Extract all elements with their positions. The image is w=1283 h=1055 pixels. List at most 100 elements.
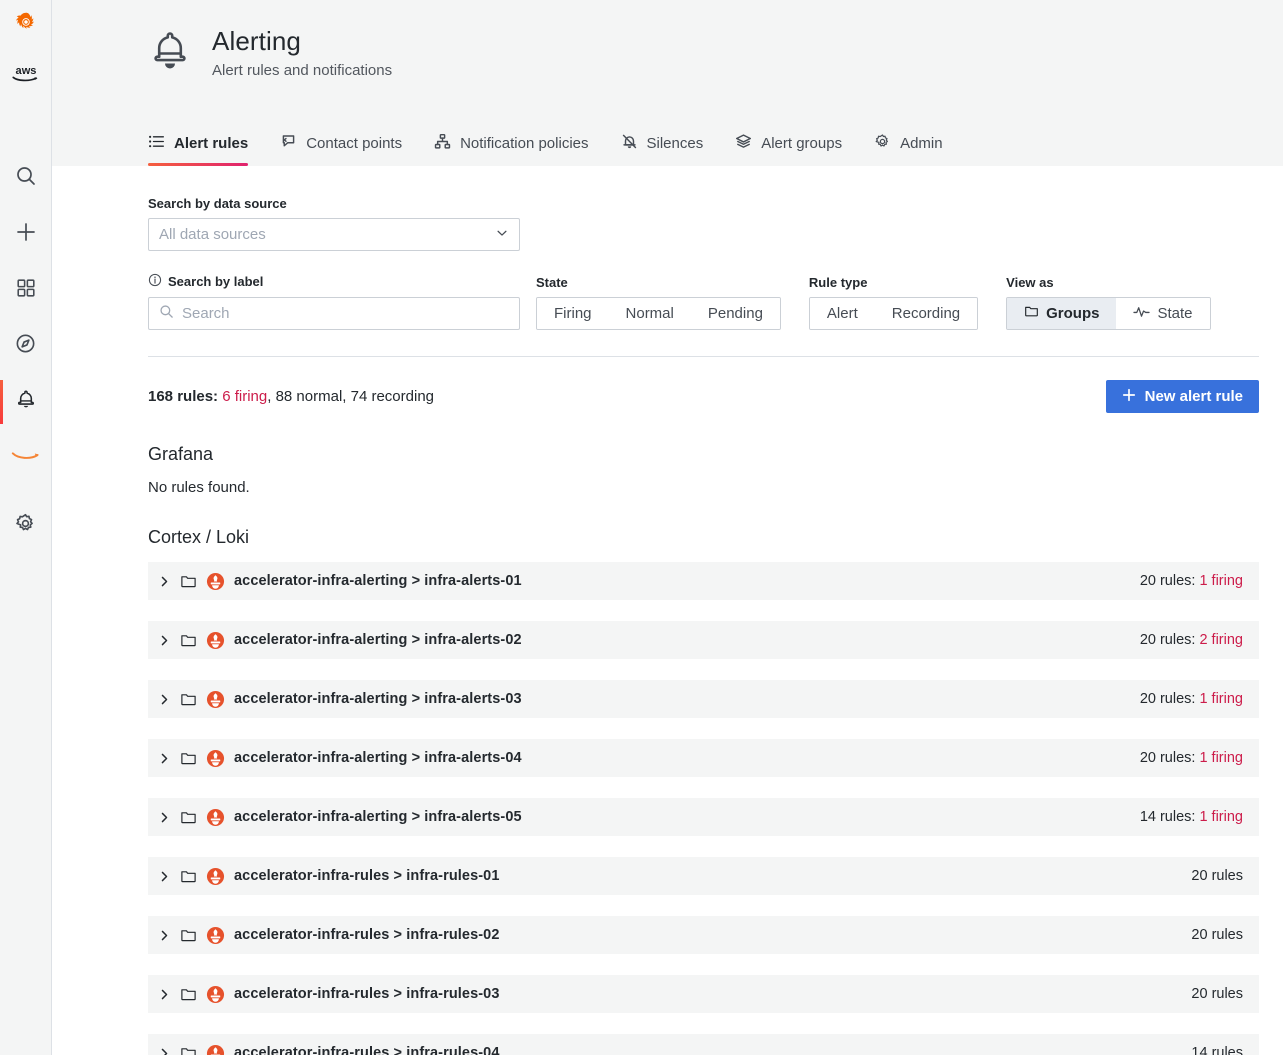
section-title-grafana: Grafana	[148, 444, 1259, 465]
prometheus-icon	[206, 867, 234, 886]
rule-group-row[interactable]: accelerator-infra-alerting > infra-alert…	[148, 562, 1259, 600]
chevron-right-icon[interactable]	[158, 1047, 180, 1055]
tab-label: Notification policies	[460, 135, 588, 152]
rule-group-row[interactable]: accelerator-infra-alerting > infra-alert…	[148, 621, 1259, 659]
rule-group-row-left: accelerator-infra-rules > infra-rules-03	[158, 985, 500, 1004]
label-search-filter: Search by label	[148, 273, 520, 330]
rule-group-name: accelerator-infra-alerting > infra-alert…	[234, 632, 522, 648]
rule-group-row[interactable]: accelerator-infra-alerting > infra-alert…	[148, 798, 1259, 836]
rule-group-row-left: accelerator-infra-alerting > infra-alert…	[158, 690, 522, 709]
rule-group-row-left: accelerator-infra-alerting > infra-alert…	[158, 749, 522, 768]
compass-icon	[14, 332, 37, 360]
rule-group-firing-count: 1 firing	[1199, 809, 1243, 825]
tab-alert-groups[interactable]: Alert groups	[719, 133, 858, 166]
rule-group-count-total: 20 rules	[1191, 927, 1243, 943]
rule-type-option-alert[interactable]: Alert	[810, 298, 875, 329]
folder-icon	[180, 691, 206, 708]
rule-group-firing-count: 1 firing	[1199, 573, 1243, 589]
chevron-right-icon[interactable]	[158, 929, 180, 942]
filters-secondary-row: Search by label State Firing	[148, 273, 1259, 330]
sidebar-item-amazon[interactable]	[0, 430, 52, 486]
grafana-empty-message: No rules found.	[148, 479, 1259, 496]
rule-group-row[interactable]: accelerator-infra-rules > infra-rules-01…	[148, 857, 1259, 895]
page-header: Alerting Alert rules and notifications A…	[52, 0, 1283, 166]
rule-group-row[interactable]: accelerator-infra-rules > infra-rules-04…	[148, 1034, 1259, 1055]
datasource-select[interactable]: All data sources	[148, 218, 520, 251]
chevron-right-icon[interactable]	[158, 988, 180, 1001]
view-as-filter-label: View as	[1006, 275, 1210, 290]
rules-summary-row: 168 rules: 6 firing, 88 normal, 74 recor…	[148, 380, 1259, 413]
rule-group-name: accelerator-infra-rules > infra-rules-02	[234, 927, 500, 943]
tab-label: Admin	[900, 135, 943, 152]
datasource-filter: Search by data source All data sources	[148, 196, 1259, 251]
rule-type-option-recording[interactable]: Recording	[875, 298, 977, 329]
view-as-option-groups[interactable]: Groups	[1007, 298, 1116, 329]
folder-icon	[180, 1045, 206, 1055]
tab-alert-rules[interactable]: Alert rules	[148, 133, 264, 166]
prometheus-icon	[206, 808, 234, 827]
chevron-right-icon[interactable]	[158, 752, 180, 765]
rule-group-row[interactable]: accelerator-infra-rules > infra-rules-03…	[148, 975, 1259, 1013]
sidebar-item-alerting[interactable]	[0, 374, 52, 430]
section-title-cortex-loki: Cortex / Loki	[148, 527, 1259, 548]
chevron-right-icon[interactable]	[158, 693, 180, 706]
new-alert-rule-button[interactable]: New alert rule	[1106, 380, 1259, 413]
rule-group-row[interactable]: accelerator-infra-rules > infra-rules-02…	[148, 916, 1259, 954]
gear-icon	[874, 133, 891, 154]
rule-group-count: 20 rules: 1 firing	[1140, 750, 1243, 766]
gear-icon	[14, 512, 37, 540]
rule-group-row-left: accelerator-infra-alerting > infra-alert…	[158, 572, 522, 591]
search-input[interactable]	[182, 305, 509, 322]
view-as-state-label: State	[1157, 305, 1192, 322]
chevron-down-icon	[495, 226, 509, 244]
sidebar-item-search[interactable]	[0, 150, 52, 206]
rule-group-count: 20 rules: 1 firing	[1140, 573, 1243, 589]
state-option-normal[interactable]: Normal	[609, 298, 691, 329]
label-search-box[interactable]	[148, 297, 520, 330]
rule-group-name: accelerator-infra-rules > infra-rules-01	[234, 868, 500, 884]
tab-notification-policies[interactable]: Notification policies	[418, 133, 604, 166]
chevron-right-icon[interactable]	[158, 811, 180, 824]
datasource-select-value: All data sources	[159, 226, 266, 243]
tab-contact-points[interactable]: Contact points	[264, 133, 418, 166]
rule-group-count: 20 rules	[1191, 868, 1243, 884]
rule-group-row-left: accelerator-infra-alerting > infra-alert…	[158, 808, 522, 827]
state-option-pending[interactable]: Pending	[691, 298, 780, 329]
rule-group-name: accelerator-infra-alerting > infra-alert…	[234, 691, 522, 707]
rule-group-name: accelerator-infra-rules > infra-rules-03	[234, 986, 500, 1002]
sidebar-item-configuration[interactable]	[0, 498, 52, 554]
folder-icon	[180, 986, 206, 1003]
rule-group-count: 14 rules	[1191, 1045, 1243, 1055]
chevron-right-icon[interactable]	[158, 870, 180, 883]
folder-icon	[180, 927, 206, 944]
sidebar-item-explore[interactable]	[0, 318, 52, 374]
chevron-right-icon[interactable]	[158, 634, 180, 647]
main-region: Alerting Alert rules and notifications A…	[52, 0, 1283, 1055]
alerting-header-bell-icon	[148, 30, 192, 81]
rule-group-name: accelerator-infra-alerting > infra-alert…	[234, 809, 522, 825]
rule-group-name: accelerator-infra-alerting > infra-alert…	[234, 573, 522, 589]
rule-group-row[interactable]: accelerator-infra-alerting > infra-alert…	[148, 739, 1259, 777]
info-circle-icon[interactable]	[148, 273, 162, 290]
app-root: aws	[0, 0, 1283, 1055]
folder-icon	[180, 573, 206, 590]
tab-silences[interactable]: Silences	[605, 133, 720, 166]
filters-divider	[148, 356, 1259, 357]
sidebar-item-create[interactable]	[0, 206, 52, 262]
view-as-option-state[interactable]: State	[1116, 298, 1209, 329]
label-search-label: Search by label	[148, 273, 520, 290]
tab-label: Alert groups	[761, 135, 842, 152]
svg-text:aws: aws	[15, 65, 36, 77]
aws-logo[interactable]: aws	[0, 50, 52, 98]
chevron-right-icon[interactable]	[158, 575, 180, 588]
sidebar-item-dashboards[interactable]	[0, 262, 52, 318]
grafana-logo[interactable]	[0, 0, 52, 50]
rule-group-row[interactable]: accelerator-infra-alerting > infra-alert…	[148, 680, 1259, 718]
rule-group-count-total: 20 rules:	[1140, 691, 1200, 707]
sidebar: aws	[0, 0, 52, 1055]
bell-slash-icon	[621, 133, 638, 154]
rule-group-count-total: 20 rules:	[1140, 750, 1200, 766]
state-option-firing[interactable]: Firing	[537, 298, 609, 329]
tab-admin[interactable]: Admin	[858, 133, 959, 166]
rule-group-count-total: 14 rules:	[1140, 809, 1200, 825]
